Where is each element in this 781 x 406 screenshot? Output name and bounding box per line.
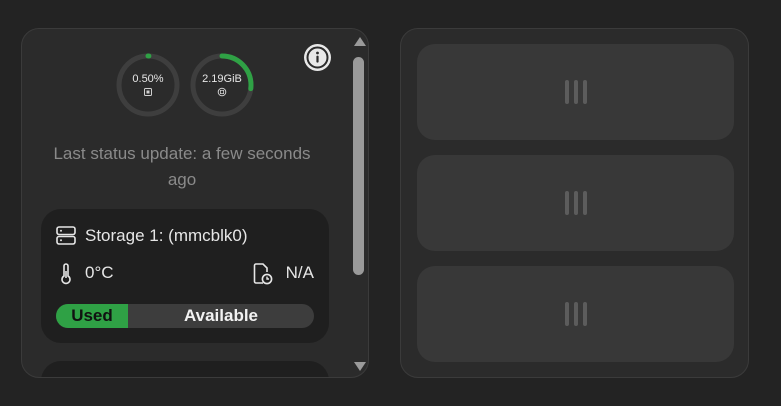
storage-temperature: 0°C [85,263,114,282]
last-status-update: Last status update: a few seconds ago [53,144,311,189]
drag-handle-icon[interactable] [563,190,589,216]
widget-panel [400,28,749,378]
file-clock-icon [253,263,273,285]
storage-icon [56,226,76,245]
drag-handle-icon[interactable] [563,79,589,105]
memory-gauge: 2.19GiB [190,53,254,117]
available-segment: Available [183,306,259,325]
scroll-down-arrow-icon[interactable] [354,362,366,371]
storage-title: Storage 1: (mmcblk0) [85,226,248,245]
memory-usage-value: 2.19GiB [202,73,242,85]
cpu-icon [144,88,152,96]
storage-time-value: N/A [285,263,314,282]
thermometer-icon [61,263,71,285]
cpu-gauge: 0.50% [116,53,180,117]
widget-slot[interactable] [417,155,734,251]
info-icon [306,46,329,69]
memory-icon [217,87,227,97]
drag-handle-icon[interactable] [563,301,589,327]
scroll-up-arrow-icon[interactable] [354,37,366,46]
storage-card: Storage 1: (mmcblk0) 0°C N/A Used Availa… [41,209,329,343]
storage-usage-bar: Used Available [56,304,314,328]
info-button[interactable] [304,44,331,71]
status-panel: 0.50% 2.19GiB Last status update: a few … [21,28,369,378]
used-segment: Used [56,304,128,328]
scrollbar-thumb[interactable] [353,57,364,275]
widget-slot[interactable] [417,44,734,140]
widget-slot[interactable] [417,266,734,362]
storage-card-next [41,361,329,377]
cpu-usage-value: 0.50% [132,73,164,85]
